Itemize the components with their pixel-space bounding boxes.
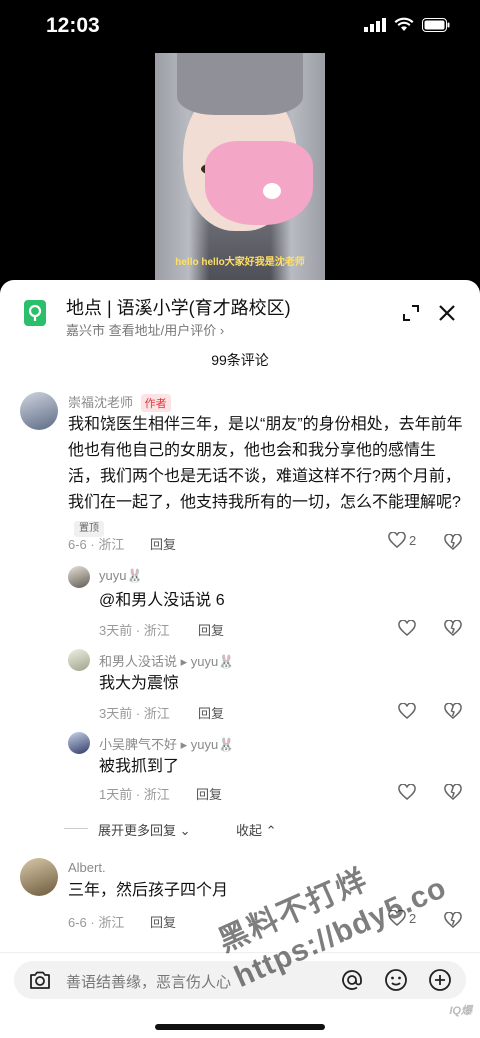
heart-icon bbox=[388, 910, 406, 926]
dislike-icon[interactable] bbox=[444, 784, 462, 800]
comment-author[interactable]: 崇福沈老师 bbox=[68, 395, 133, 410]
dislike-icon[interactable] bbox=[444, 534, 462, 550]
location-title[interactable]: 地点 | 语溪小学(育才路校区) bbox=[66, 294, 291, 320]
camera-icon[interactable] bbox=[28, 968, 52, 992]
like-count: 2 bbox=[409, 910, 417, 926]
location-subtitle[interactable]: 嘉兴市 查看地址/用户评价 › bbox=[66, 320, 224, 339]
chevron-up-icon: ⌃ bbox=[265, 823, 277, 838]
at-icon[interactable] bbox=[340, 968, 364, 992]
heart-icon[interactable] bbox=[398, 620, 416, 636]
avatar[interactable] bbox=[68, 566, 90, 588]
chevron-down-icon: ⌄ bbox=[179, 823, 191, 838]
avatar[interactable] bbox=[68, 649, 90, 671]
thread-controls: 展开更多回复 ⌄ 收起 ⌃ bbox=[60, 818, 380, 840]
location-pin-icon bbox=[24, 300, 46, 326]
comment-text: @和男人没话说 6 bbox=[99, 592, 225, 609]
comment-text: 我大为震惊 bbox=[99, 675, 180, 692]
avatar[interactable] bbox=[68, 732, 90, 754]
plus-icon[interactable] bbox=[428, 968, 452, 992]
comment-meta: 6-6 · 浙江 bbox=[68, 537, 125, 552]
comment-meta: 1天前 · 浙江 bbox=[99, 787, 170, 802]
pink-mask bbox=[205, 141, 313, 225]
dislike-icon[interactable] bbox=[444, 912, 462, 928]
reply-button[interactable]: 回复 bbox=[196, 784, 222, 803]
reply-item: 小吴脾气不好 ▸ yuyu🐰 被我抓到了 1天前 · 浙江 回复 bbox=[0, 730, 480, 810]
status-bar: 12:03 bbox=[0, 0, 480, 52]
reply-to[interactable]: ▸ yuyu🐰 bbox=[181, 737, 235, 752]
heart-icon[interactable] bbox=[398, 784, 416, 800]
signal-icon bbox=[364, 17, 386, 32]
divider bbox=[64, 828, 88, 829]
heart-icon[interactable] bbox=[398, 703, 416, 719]
like-count: 2 bbox=[409, 532, 417, 548]
reply-item: 和男人没话说 ▸ yuyu🐰 我大为震惊 3天前 · 浙江 回复 bbox=[0, 647, 480, 727]
dislike-icon[interactable] bbox=[444, 703, 462, 719]
comment-meta: 6-6 · 浙江 bbox=[68, 915, 125, 930]
heart-icon bbox=[388, 532, 406, 548]
reply-button[interactable]: 回复 bbox=[150, 912, 176, 931]
emoji-icon[interactable] bbox=[384, 968, 408, 992]
status-icons bbox=[364, 17, 450, 32]
comment-item: 崇福沈老师 作者 我和饶医生相伴三年，是以“朋友”的身份相处，去年前年他也有他自… bbox=[0, 388, 480, 558]
comment-text: 三年，然后孩子四个月 bbox=[68, 882, 229, 899]
comment-meta: 3天前 · 浙江 bbox=[99, 706, 170, 721]
comment-author[interactable]: Albert. bbox=[68, 860, 106, 875]
reply-item: yuyu🐰 @和男人没话说 6 3天前 · 浙江 回复 bbox=[0, 564, 480, 644]
comment-item: Albert. 三年，然后孩子四个月 6-6 · 浙江 回复 2 bbox=[0, 856, 480, 936]
close-button[interactable] bbox=[434, 300, 460, 326]
bunny-icon bbox=[263, 183, 281, 199]
comment-author[interactable]: yuyu🐰 bbox=[99, 568, 143, 584]
comment-author[interactable]: 和男人没话说 bbox=[99, 654, 177, 669]
comment-input[interactable]: 善语结善缘，恶言伤人心 bbox=[14, 961, 466, 999]
expand-icon bbox=[403, 305, 419, 321]
battery-icon bbox=[422, 17, 450, 32]
reply-button[interactable]: 回复 bbox=[198, 703, 224, 722]
reply-button[interactable]: 回复 bbox=[150, 534, 176, 553]
reply-button[interactable]: 回复 bbox=[198, 620, 224, 639]
home-indicator[interactable] bbox=[155, 1024, 325, 1030]
avatar[interactable] bbox=[20, 392, 58, 430]
status-time: 12:03 bbox=[46, 14, 100, 37]
avatar[interactable] bbox=[20, 858, 58, 896]
video-caption: hello hello大家好我是沈老师 bbox=[175, 257, 305, 268]
comment-count: 99条评论 bbox=[211, 352, 269, 368]
comment-text: 被我抓到了 bbox=[99, 758, 180, 775]
corner-logo: IQ爆 bbox=[449, 1005, 472, 1017]
expand-more-replies[interactable]: 展开更多回复 ⌄ bbox=[98, 820, 191, 839]
video-frame[interactable]: hello hello大家好我是沈老师 bbox=[155, 53, 325, 281]
like-button[interactable]: 2 bbox=[388, 910, 416, 926]
location-row[interactable]: 地点 | 语溪小学(育才路校区) 嘉兴市 查看地址/用户评价 › bbox=[20, 290, 460, 340]
dislike-icon[interactable] bbox=[444, 620, 462, 636]
close-icon bbox=[439, 305, 455, 321]
collapse-replies[interactable]: 收起 ⌃ bbox=[236, 820, 277, 839]
comment-sheet: 地点 | 语溪小学(育才路校区) 嘉兴市 查看地址/用户评价 › 99条评论 崇… bbox=[0, 280, 480, 1038]
wifi-icon bbox=[394, 17, 414, 31]
comment-text: 我和饶医生相伴三年，是以“朋友”的身份相处，去年前年他也有他自己的女朋友，他也会… bbox=[68, 412, 464, 542]
like-button[interactable]: 2 bbox=[388, 532, 416, 548]
video-player[interactable]: hello hello大家好我是沈老师 bbox=[0, 52, 480, 282]
input-placeholder: 善语结善缘，恶言伤人心 bbox=[66, 974, 232, 991]
author-badge: 作者 bbox=[140, 394, 171, 412]
comment-input-bar: 善语结善缘，恶言伤人心 bbox=[0, 952, 480, 1002]
comment-author[interactable]: 小吴脾气不好 bbox=[99, 737, 177, 752]
reply-to[interactable]: ▸ yuyu🐰 bbox=[181, 654, 235, 669]
expand-button[interactable] bbox=[398, 300, 424, 326]
comment-meta: 3天前 · 浙江 bbox=[99, 623, 170, 638]
